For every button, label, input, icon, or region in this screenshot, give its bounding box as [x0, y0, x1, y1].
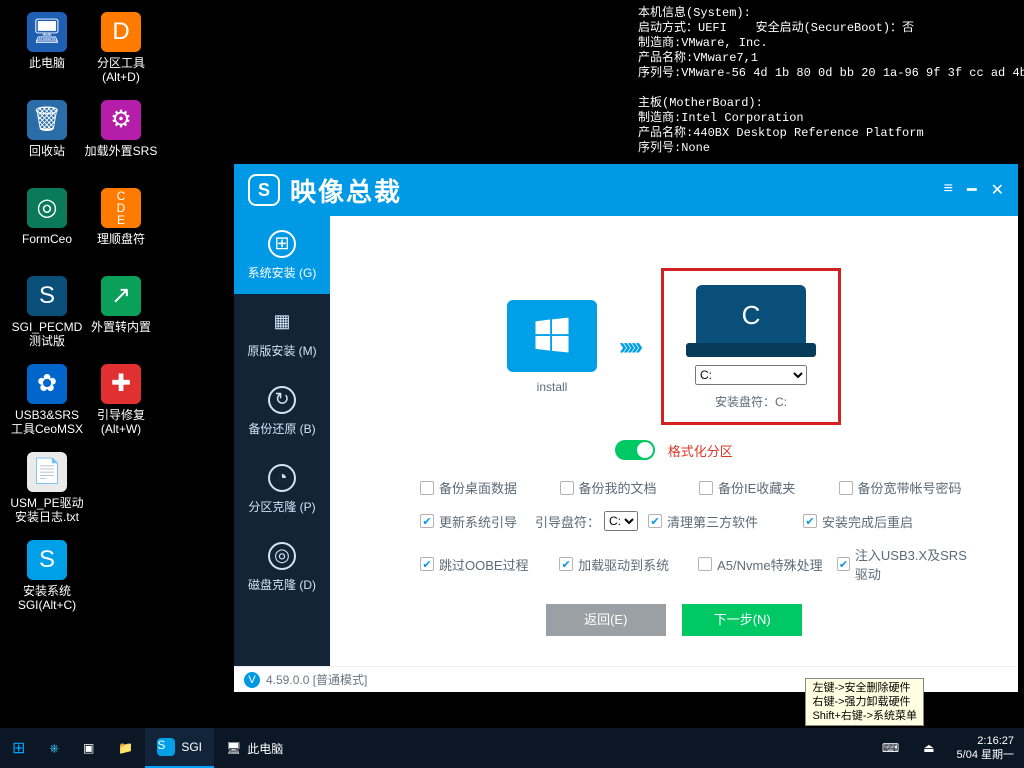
restore-icon: ↻: [268, 386, 296, 414]
chk-update-boot[interactable]: 更新系统引导: [420, 512, 535, 531]
taskbar-pinned-2[interactable]: ▣: [71, 728, 106, 768]
desktop-icons: 🖥此电脑 D分区工具 (Alt+D) 🗑回收站 ⚙加载外置SRS ◎FormCe…: [10, 8, 158, 624]
tiles-icon: ▦: [268, 308, 296, 336]
boot-drive-select[interactable]: C:: [604, 511, 638, 531]
chk-backup-ie[interactable]: 备份IE收藏夹: [699, 478, 839, 497]
sidebar-item-original-install[interactable]: ▦原版安装 (M): [234, 294, 330, 372]
app-title: 映像总裁: [290, 172, 402, 209]
target-drive-letter: C: [696, 285, 806, 345]
arrow-icon: ›››››: [619, 333, 639, 361]
desktop-icon-recycle[interactable]: 🗑回收站: [10, 96, 84, 176]
chk-skip-oobe[interactable]: 跳过OOBE过程: [420, 555, 559, 574]
sidebar-item-backup-restore[interactable]: ↻备份还原 (B): [234, 372, 330, 450]
next-button[interactable]: 下一步(N): [682, 604, 802, 636]
chk-backup-documents[interactable]: 备份我的文档: [560, 478, 700, 497]
version-badge-icon: V: [244, 672, 260, 688]
minimize-icon[interactable]: ━: [967, 180, 977, 200]
menu-icon[interactable]: ≡: [944, 180, 953, 200]
options-grid: 备份桌面数据 备份我的文档 备份IE收藏夹 备份宽带帐号密码 更新系统引导 引导…: [420, 478, 978, 597]
desktop-icon-formceo[interactable]: ◎FormCeo: [10, 184, 84, 264]
start-button[interactable]: ⊞: [0, 728, 37, 768]
windows-icon: ⊞: [268, 230, 296, 258]
taskbar-app-sgi[interactable]: SSGI: [145, 728, 214, 768]
sidebar-item-system-install[interactable]: ⊞系统安装 (G): [234, 216, 330, 294]
taskbar-pinned-3[interactable]: 📁: [106, 728, 145, 768]
titlebar[interactable]: S 映像总裁 ≡ ━ ✕: [234, 164, 1018, 216]
target-drive-select[interactable]: C:: [695, 365, 807, 385]
chk-backup-desktop[interactable]: 备份桌面数据: [420, 478, 560, 497]
chk-load-drivers[interactable]: 加载驱动到系统: [559, 555, 698, 574]
content-pane: install ››››› C C: 安装盘符：C: 格式化分区 备份桌面数据 …: [330, 216, 1018, 666]
sidebar-item-disk-clone[interactable]: ◎磁盘克隆 (D): [234, 528, 330, 606]
taskbar: ⊞ ⎈ ▣ 📁 SSGI 🖥此电脑 ⌨ ⏏ 2:16:27 5/04 星期一: [0, 728, 1024, 768]
format-partition-toggle[interactable]: [615, 440, 655, 460]
back-button[interactable]: 返回(E): [546, 604, 666, 636]
desktop-icon-diskgenius[interactable]: D分区工具 (Alt+D): [84, 8, 158, 88]
desktop-icon-ext2int[interactable]: ↗外置转内置: [84, 272, 158, 352]
target-drive-panel: C C: 安装盘符：C:: [661, 268, 841, 425]
taskbar-clock[interactable]: 2:16:27 5/04 星期一: [947, 734, 1024, 762]
desktop-icon-sgi-pecmd[interactable]: SSGI_PECMD 测试版: [10, 272, 84, 352]
tray-eject-icon[interactable]: ⏏: [911, 728, 946, 768]
app-logo-icon: S: [248, 174, 280, 206]
close-icon[interactable]: ✕: [991, 180, 1004, 200]
tray-keyboard-icon[interactable]: ⌨: [870, 728, 911, 768]
version-text: 4.59.0.0 [普通模式]: [266, 671, 367, 688]
desktop-icon-log[interactable]: 📄USM_PE驱动 安装日志.txt: [10, 448, 84, 528]
desktop-icon-driveletter[interactable]: CDE理顺盘符: [84, 184, 158, 264]
sidebar: ⊞系统安装 (G) ▦原版安装 (M) ↻备份还原 (B) ◔分区克隆 (P) …: [234, 216, 330, 666]
desktop-icon-ceomsx[interactable]: ✿USB3&SRS 工具CeoMSX: [10, 360, 84, 440]
chk-restart-after[interactable]: 安装完成后重启: [803, 512, 958, 531]
target-drive-caption: 安装盘符：C:: [686, 393, 816, 410]
tray-tooltip: 左键->安全删除硬件 右键->强力卸载硬件 Shift+右键->系统菜单: [805, 678, 924, 726]
source-disk[interactable]: install: [507, 300, 597, 394]
pie-icon: ◔: [268, 464, 296, 492]
desktop-icon-srs[interactable]: ⚙加载外置SRS: [84, 96, 158, 176]
chk-clean-thirdparty[interactable]: 清理第三方软件: [648, 512, 803, 531]
sidebar-item-partition-clone[interactable]: ◔分区克隆 (P): [234, 450, 330, 528]
windows-flag-icon: [530, 314, 574, 358]
chk-backup-broadband[interactable]: 备份宽带帐号密码: [839, 478, 979, 497]
disk-icon: ◎: [268, 542, 296, 570]
desktop-icon-bootrepair[interactable]: ✚引导修复 (Alt+W): [84, 360, 158, 440]
chk-a5nvme[interactable]: A5/Nvme特殊处理: [698, 555, 837, 574]
desktop-icon-thispc[interactable]: 🖥此电脑: [10, 8, 84, 88]
desktop-icon-sgi[interactable]: S安装系统 SGI(Alt+C): [10, 536, 84, 616]
app-window: S 映像总裁 ≡ ━ ✕ ⊞系统安装 (G) ▦原版安装 (M) ↻备份还原 (…: [234, 164, 1018, 692]
boot-drive-label: 引导盘符：: [535, 512, 600, 531]
format-partition-label: 格式化分区: [668, 444, 733, 459]
chk-inject-usb3[interactable]: 注入USB3.X及SRS驱动: [837, 545, 978, 583]
taskbar-pinned-1[interactable]: ⎈: [37, 728, 71, 768]
taskbar-app-thispc[interactable]: 🖥此电脑: [214, 728, 295, 768]
